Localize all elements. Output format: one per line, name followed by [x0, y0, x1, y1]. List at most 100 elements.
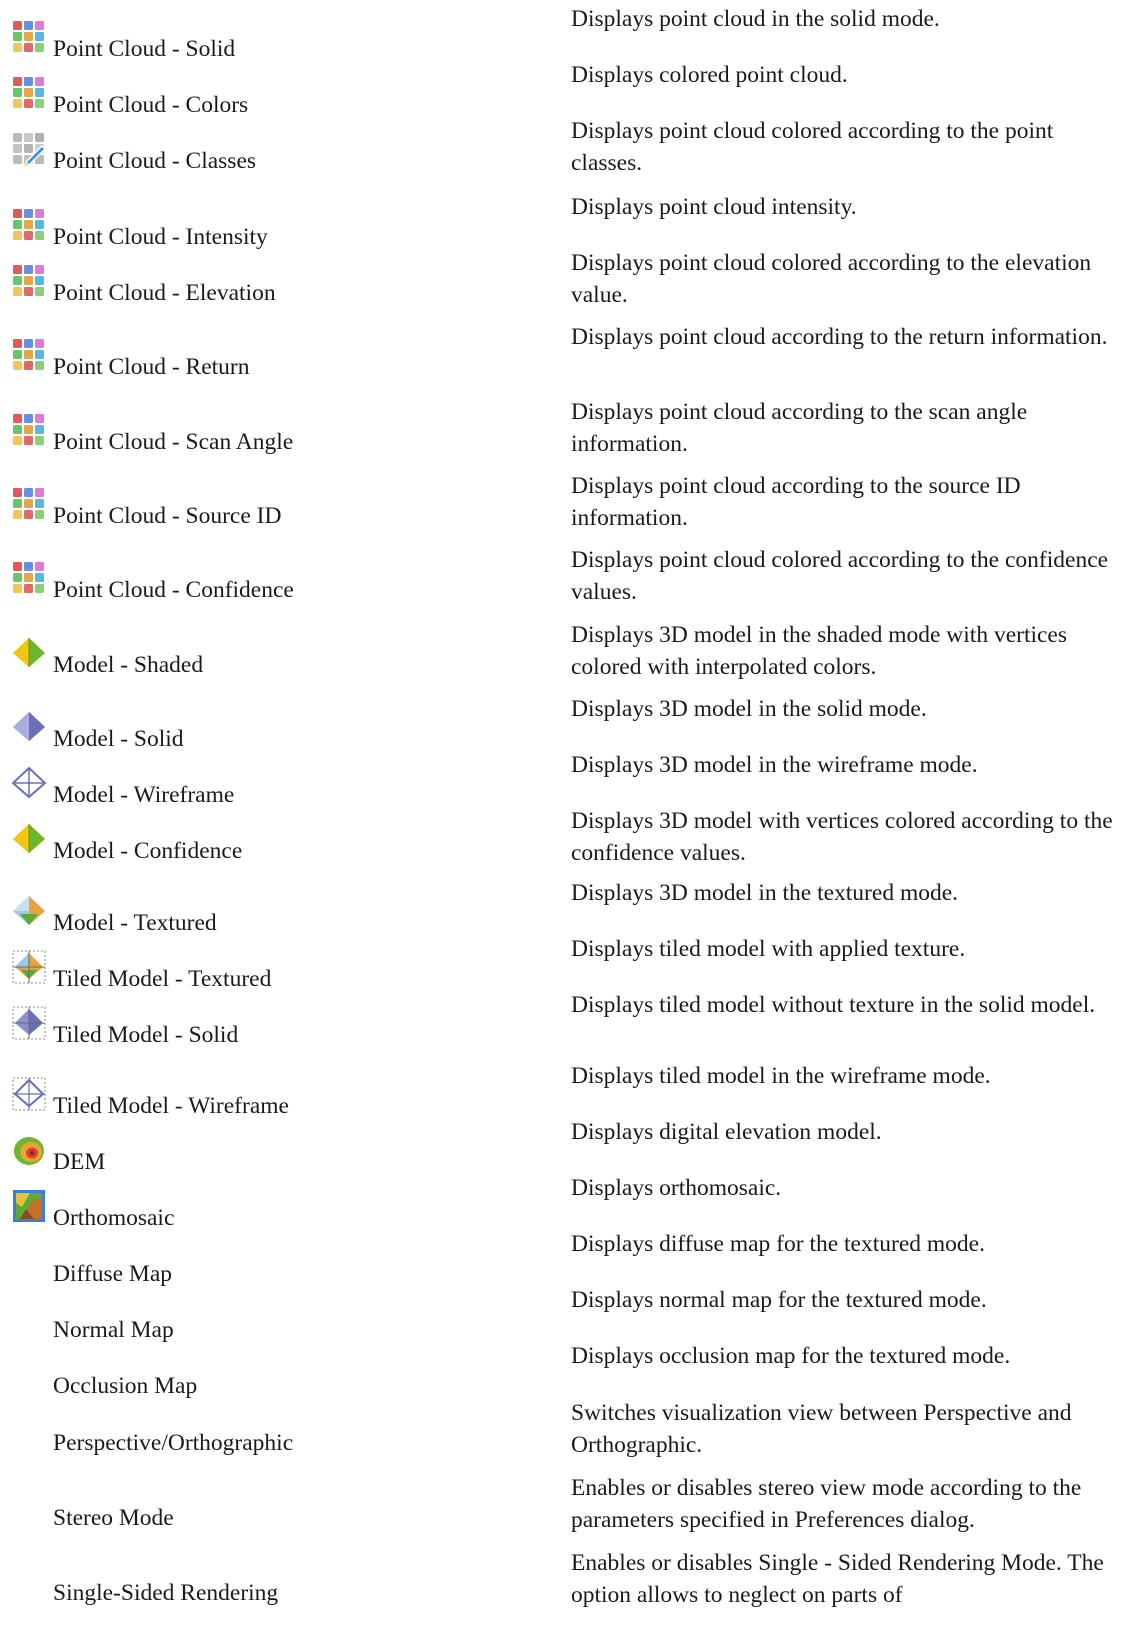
description-cell: Displays diffuse map for the textured mo…: [571, 1229, 1126, 1261]
description-text: Displays orthomosaic.: [571, 1175, 782, 1201]
description-text: Displays diffuse map for the textured mo…: [571, 1231, 985, 1257]
model-solid-icon: [12, 710, 46, 744]
command-label: Point Cloud - Elevation: [53, 280, 276, 306]
dem-icon: [12, 1133, 46, 1167]
description-text: Displays occlusion map for the textured …: [571, 1343, 1011, 1369]
model-shaded-icon: [12, 636, 46, 670]
point-cloud-classes-icon: [12, 132, 46, 166]
command-cell: Stereo Mode: [12, 1489, 552, 1531]
command-label: Model - Shaded: [53, 652, 204, 678]
description-cell: Displays point cloud according to the sc…: [571, 397, 1126, 460]
point-cloud-icon: [12, 487, 46, 521]
command-cell: Tiled Model - Textured: [12, 950, 552, 992]
description-text: Displays 3D model in the shaded mode wit…: [571, 622, 1068, 680]
description-cell: Displays 3D model in the textured mode.: [571, 878, 1126, 910]
description-cell: Displays 3D model in the wireframe mode.: [571, 750, 1126, 782]
description-cell: Switches visualization view between Pers…: [571, 1398, 1126, 1461]
description-text: Displays colored point cloud.: [571, 62, 848, 88]
command-label: Point Cloud - Intensity: [53, 224, 268, 250]
command-label: Stereo Mode: [53, 1505, 174, 1531]
command-label: Perspective/Orthographic: [53, 1430, 294, 1456]
command-cell: Point Cloud - Intensity: [12, 208, 552, 250]
description-cell: Displays 3D model in the shaded mode wit…: [571, 620, 1126, 683]
command-label: Point Cloud - Source ID: [53, 503, 282, 529]
description-text: Displays 3D model in the textured mode.: [571, 880, 959, 906]
command-cell: Tiled Model - Wireframe: [12, 1077, 552, 1119]
tiled-model-textured-icon: [12, 950, 46, 984]
description-text: Displays 3D model with vertices colored …: [571, 808, 1113, 866]
description-cell: Displays colored point cloud.: [571, 60, 1126, 92]
command-label: Single-Sided Rendering: [53, 1580, 279, 1606]
point-cloud-icon: [12, 76, 46, 110]
command-label: Normal Map: [53, 1317, 174, 1343]
command-cell: Point Cloud - Elevation: [12, 264, 552, 306]
description-cell: Displays point cloud colored according t…: [571, 545, 1126, 608]
command-label: Point Cloud - Confidence: [53, 577, 294, 603]
description-text: Displays point cloud intensity.: [571, 194, 857, 220]
command-cell: DEM: [12, 1133, 552, 1175]
command-cell: Point Cloud - Scan Angle: [12, 413, 552, 455]
command-cell: Point Cloud - Classes: [12, 132, 552, 174]
description-text: Displays point cloud in the solid mode.: [571, 6, 940, 32]
description-cell: Displays point cloud according to the so…: [571, 471, 1126, 534]
description-cell: Displays 3D model in the solid mode.: [571, 694, 1126, 726]
description-text: Displays tiled model without texture in …: [571, 992, 1096, 1018]
command-label: Orthomosaic: [53, 1205, 175, 1231]
description-cell: Displays point cloud in the solid mode.: [571, 4, 1126, 36]
description-cell: Displays point cloud colored according t…: [571, 248, 1126, 311]
description-cell: Displays orthomosaic.: [571, 1173, 1126, 1205]
description-text: Displays 3D model in the solid mode.: [571, 696, 927, 722]
point-cloud-icon: [12, 338, 46, 372]
command-label: Point Cloud - Return: [53, 354, 250, 380]
command-cell: Model - Textured: [12, 894, 552, 936]
command-label: Occlusion Map: [53, 1373, 198, 1399]
description-text: Displays tiled model in the wireframe mo…: [571, 1063, 991, 1089]
model-textured-icon: [12, 894, 46, 928]
description-cell: Displays tiled model without texture in …: [571, 990, 1126, 1022]
command-label: DEM: [53, 1149, 106, 1175]
command-label: Model - Textured: [53, 910, 217, 936]
description-cell: Displays point cloud intensity.: [571, 192, 1126, 224]
description-cell: Displays occlusion map for the textured …: [571, 1341, 1126, 1373]
description-cell: Displays 3D model with vertices colored …: [571, 806, 1126, 869]
description-cell: Displays normal map for the textured mod…: [571, 1285, 1126, 1317]
command-label: Tiled Model - Solid: [53, 1022, 239, 1048]
command-label: Model - Solid: [53, 726, 184, 752]
command-cell: Diffuse Map: [12, 1245, 552, 1287]
description-text: Enables or disables stereo view mode acc…: [571, 1475, 1082, 1533]
tiled-model-wireframe-icon: [12, 1077, 46, 1111]
command-label: Diffuse Map: [53, 1261, 173, 1287]
command-label: Point Cloud - Colors: [53, 92, 249, 118]
point-cloud-icon: [12, 20, 46, 54]
description-text: Enables or disables Single - Sided Rende…: [571, 1550, 1104, 1608]
description-cell: Displays digital elevation model.: [571, 1117, 1126, 1149]
command-cell: Orthomosaic: [12, 1189, 552, 1231]
command-cell: Perspective/Orthographic: [12, 1414, 552, 1456]
command-cell: Point Cloud - Solid: [12, 20, 552, 62]
command-cell: Model - Solid: [12, 710, 552, 752]
command-cell: Point Cloud - Confidence: [12, 561, 552, 603]
point-cloud-icon: [12, 413, 46, 447]
description-cell: Enables or disables Single - Sided Rende…: [571, 1548, 1126, 1611]
model-confidence-icon: [12, 822, 46, 856]
tiled-model-solid-icon: [12, 1006, 46, 1040]
description-cell: Enables or disables stereo view mode acc…: [571, 1473, 1126, 1536]
command-cell: Model - Shaded: [12, 636, 552, 678]
command-cell: Tiled Model - Solid: [12, 1006, 552, 1048]
command-cell: Point Cloud - Return: [12, 338, 552, 380]
point-cloud-icon: [12, 208, 46, 242]
orthomosaic-icon: [12, 1189, 46, 1223]
command-label: Model - Confidence: [53, 838, 243, 864]
command-cell: Occlusion Map: [12, 1357, 552, 1399]
point-cloud-icon: [12, 264, 46, 298]
command-cell: Point Cloud - Source ID: [12, 487, 552, 529]
description-text: Displays digital elevation model.: [571, 1119, 882, 1145]
model-wireframe-icon: [12, 766, 46, 800]
command-label: Point Cloud - Classes: [53, 148, 257, 174]
command-label: Model - Wireframe: [53, 782, 235, 808]
description-text: Displays point cloud according to the re…: [571, 324, 1108, 350]
point-cloud-icon: [12, 561, 46, 595]
description-text: Displays point cloud colored according t…: [571, 250, 1092, 308]
command-label: Tiled Model - Wireframe: [53, 1093, 289, 1119]
description-text: Displays point cloud colored according t…: [571, 547, 1109, 605]
